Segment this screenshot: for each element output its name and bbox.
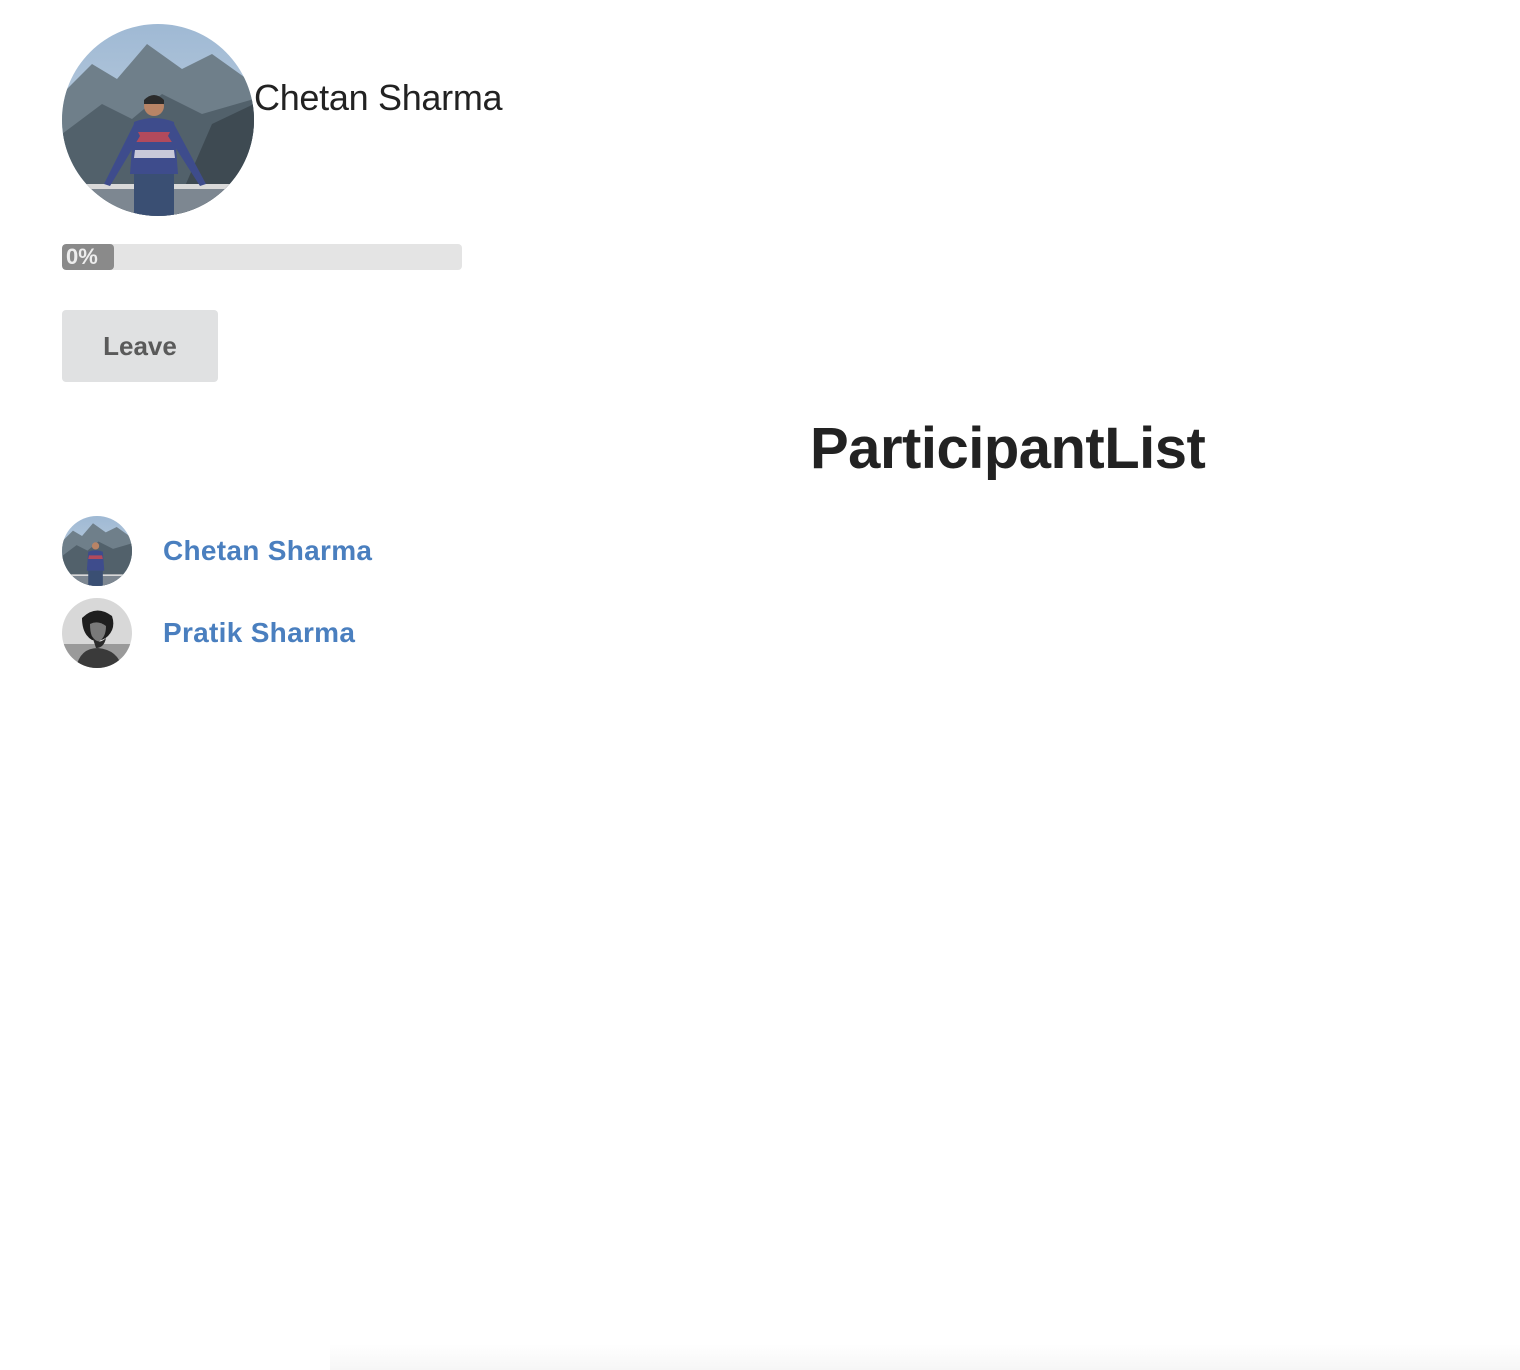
participant-name-link[interactable]: Pratik Sharma [163,617,355,649]
user-photo-icon [62,516,132,586]
list-item: Chetan Sharma [62,516,372,586]
leave-button[interactable]: Leave [62,310,218,382]
current-user-name: Chetan Sharma [254,77,503,118]
progress-label: 0% [66,244,98,269]
avatar [62,516,132,586]
list-item: Pratik Sharma [62,598,372,668]
progress-bar: 0% [62,244,462,270]
participant-list-title: ParticipantList [810,416,1206,481]
avatar [62,24,254,216]
user-photo-icon [62,598,132,668]
page-bottom-edge [330,1344,1520,1370]
avatar [62,598,132,668]
participant-name-link[interactable]: Chetan Sharma [163,535,372,567]
current-user-header: Chetan Sharma [62,24,503,216]
user-photo-icon [62,24,254,216]
video-call-page: Chetan Sharma 0% Leave ParticipantList C… [0,0,1520,1370]
participant-list: Chetan Sharma Pratik Sharma [62,516,372,680]
